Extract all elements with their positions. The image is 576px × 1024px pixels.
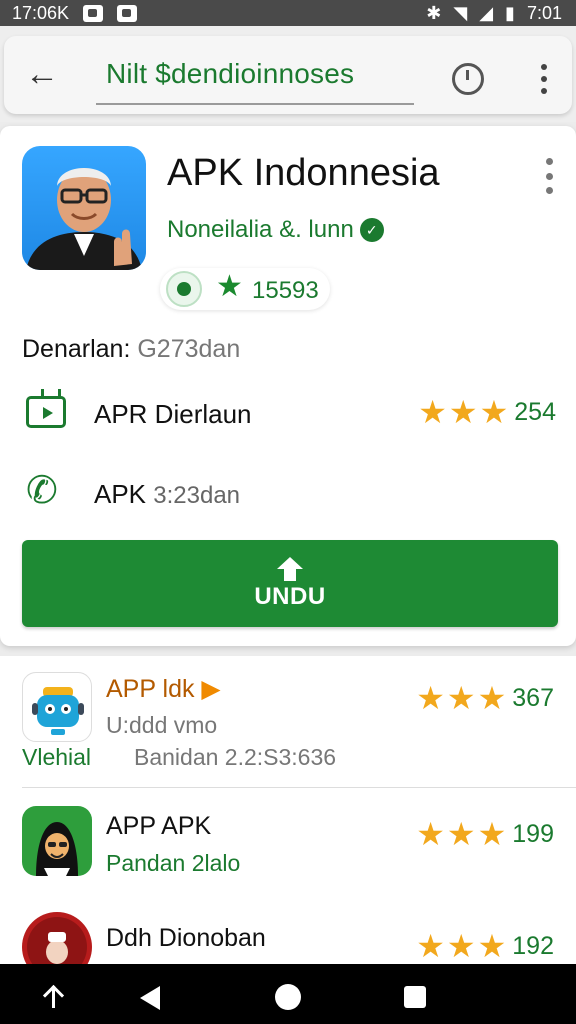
wifi-icon: ◥	[453, 2, 468, 23]
star-icon: ★	[477, 928, 507, 964]
download-info-value: G273dan	[137, 335, 241, 363]
info-row-text: APK 3:23dan	[94, 479, 240, 510]
app-list: APP ldk ▶ U:ddd vmo Vlehial Banidan 2.2:…	[0, 656, 576, 964]
list-item-subtitle: Pandan 2lalo	[106, 850, 241, 876]
history-icon[interactable]	[452, 63, 484, 95]
rating-value: 199	[512, 819, 554, 848]
star-icon: ★	[479, 394, 509, 430]
battery-icon: ▮	[505, 2, 515, 23]
screen: 17:06K ✱ ◥ ◢ ▮ 7:01 ← Nilt $dendioinnose…	[0, 0, 576, 1024]
star-icon: ★	[446, 680, 476, 716]
app-icon	[22, 146, 146, 270]
app-title: APK Indonnesia	[167, 152, 440, 194]
person-app-icon	[22, 912, 92, 964]
info-row-label: APK	[94, 479, 147, 509]
info-row-muted: 3:23dan	[153, 482, 241, 509]
install-button-label: UNDU	[254, 582, 326, 610]
app-detail-card: APK Indonnesia Noneilalia &. lunn ✓ ★ 15…	[0, 126, 576, 646]
star-rating: ★ ★ ★ 367	[416, 682, 554, 714]
star-icon: ★	[477, 680, 507, 716]
status-time-right: 7:01	[526, 2, 562, 23]
card-more-options-icon[interactable]	[541, 158, 557, 194]
tv-icon	[26, 396, 66, 428]
list-item-extra-right: Banidan 2.2:S3:636	[134, 744, 337, 770]
info-row-tv[interactable]: APR Dierlaun ★ ★ ★ 254	[22, 388, 556, 438]
nav-up-icon[interactable]	[40, 984, 68, 1012]
download-info-label: Denarlan:	[22, 335, 131, 363]
verified-icon: ✓	[359, 218, 384, 242]
rating-value: 192	[512, 931, 554, 960]
star-icon: ★	[448, 394, 478, 430]
more-options-icon[interactable]	[534, 64, 554, 94]
status-bar: 17:06K ✱ ◥ ◢ ▮ 7:01	[0, 0, 576, 26]
badge-icon	[166, 271, 202, 307]
bluetooth-icon: ✱	[426, 2, 442, 23]
list-item-extra-left: Vlehial	[22, 744, 92, 770]
rating-pill: ★ 15593	[160, 268, 330, 310]
list-item[interactable]: Ddh Dionoban ★ ★ ★ 192	[0, 906, 576, 964]
play-icon: ▶	[194, 675, 221, 703]
upload-arrow-icon	[277, 556, 303, 581]
star-icon: ★	[216, 270, 243, 303]
robot-app-icon	[22, 672, 92, 742]
search-input[interactable]: Nilt $dendioinnoses	[106, 58, 354, 90]
star-icon: ★	[416, 680, 445, 716]
list-item-title: APP ldk ▶	[106, 675, 221, 703]
notification-icon-2	[117, 4, 138, 22]
star-rating: ★ ★ ★ 199	[416, 818, 554, 850]
info-row-label: APR Dierlaun	[94, 399, 252, 429]
list-item-title: Ddh Dionoban	[106, 924, 266, 952]
top-bar: ← Nilt $dendioinnoses	[0, 26, 576, 122]
info-row-phone[interactable]: ✆ APK 3:23dan	[22, 468, 556, 518]
star-rating: ★ ★ ★ 192	[416, 930, 554, 962]
list-item-title: APP APK	[106, 812, 212, 840]
nav-home-icon[interactable]	[275, 984, 301, 1010]
list-item[interactable]: APP ldk ▶ U:ddd vmo Vlehial Banidan 2.2:…	[0, 656, 576, 786]
developer-name: Noneilalia &. lunn	[167, 216, 354, 243]
phone-icon: ✆	[26, 470, 58, 512]
star-rating: ★ ★ ★ 254	[418, 396, 556, 428]
notification-icon	[83, 4, 104, 22]
star-icon: ★	[446, 816, 476, 852]
rating-value: 367	[512, 683, 554, 712]
back-arrow-icon[interactable]: ←	[22, 54, 62, 94]
star-icon: ★	[446, 928, 476, 964]
search-underline	[96, 103, 414, 105]
list-item-subtitle: U:ddd vmo	[106, 712, 218, 738]
status-time-left: 17:06K	[12, 2, 70, 23]
install-button[interactable]: UNDU	[22, 540, 558, 627]
rating-value: 254	[514, 397, 556, 426]
star-icon: ★	[416, 816, 445, 852]
search-bar: ← Nilt $dendioinnoses	[4, 36, 572, 114]
navigation-bar	[0, 964, 576, 1024]
rating-count: 15593	[252, 277, 319, 304]
nav-recents-icon[interactable]	[404, 986, 426, 1008]
nav-back-icon[interactable]	[140, 986, 160, 1010]
star-icon: ★	[477, 816, 507, 852]
list-item[interactable]: APP APK Pandan 2lalo ★ ★ ★ 199	[0, 788, 576, 906]
star-icon: ★	[416, 928, 445, 964]
developer-link[interactable]: Noneilalia &. lunn ✓	[167, 216, 384, 244]
download-info: Denarlan: G273dan	[22, 335, 240, 364]
star-icon: ★	[418, 394, 447, 430]
person-app-icon	[22, 806, 92, 876]
signal-icon: ◢	[479, 2, 494, 23]
